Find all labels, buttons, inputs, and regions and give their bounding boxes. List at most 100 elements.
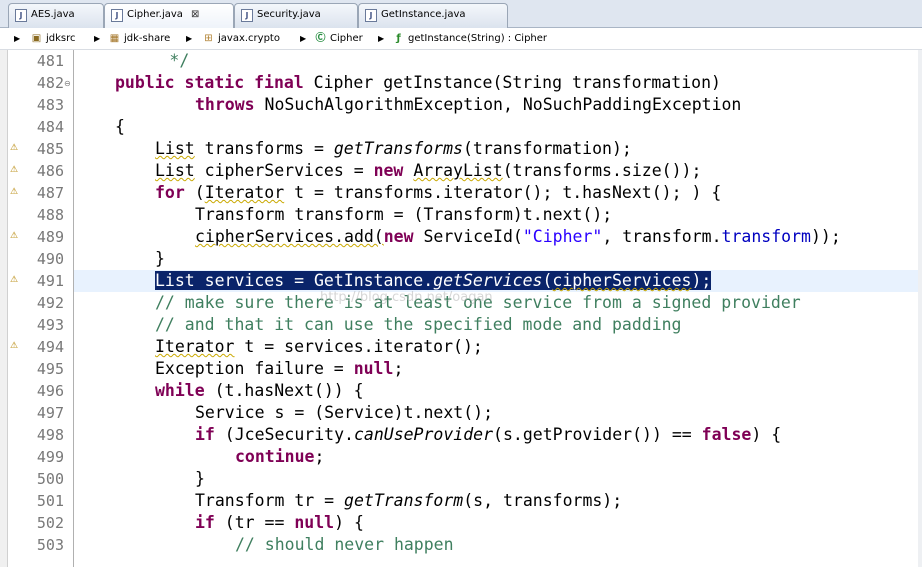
comment: // and that it can use the specified mod…: [155, 315, 682, 334]
code-token: Service s = (Service)t.next();: [195, 403, 494, 422]
code-token: (: [542, 271, 553, 290]
code-token: transforms =: [194, 139, 334, 158]
line-number: 486: [36, 162, 64, 180]
breadcrumb-label: jdksrc: [46, 33, 76, 44]
java-file-icon: J: [111, 8, 123, 22]
code-text: // and that it can use the specified mod…: [155, 314, 682, 336]
code-token: (tr ==: [214, 513, 295, 532]
tab-aes[interactable]: J AES.java: [8, 3, 104, 28]
code-editor[interactable]: 481 */ 482 ⊖ public static final Cipher …: [0, 50, 922, 567]
breadcrumb-label: Cipher: [330, 33, 363, 44]
class-icon: Ⓒ: [315, 32, 326, 44]
breadcrumb-item-jdk-share[interactable]: ▦ jdk-share: [108, 28, 170, 49]
tab-label: Security.java: [257, 9, 321, 20]
code-line-498: 498 if (JceSecurity.canUseProvider(s.get…: [0, 424, 922, 446]
chevron-right-icon: ▶: [14, 34, 21, 43]
java-file-icon: J: [365, 8, 377, 22]
code-text: if (JceSecurity.canUseProvider(s.getProv…: [195, 424, 781, 446]
code-token: Transform transform = (Transform)t.next(…: [195, 205, 613, 224]
code-text: Exception failure = null;: [155, 358, 403, 380]
code-line-482: 482 ⊖ public static final Cipher getInst…: [0, 72, 922, 94]
comment: // should never happen: [235, 535, 454, 554]
code-token: , transform.: [602, 227, 722, 246]
code-token: Cipher getInstance(String transformation…: [303, 73, 721, 92]
warning-marker-icon[interactable]: ⚠: [10, 340, 20, 352]
code-line-484: 484 {: [0, 116, 922, 138]
static-call: getTransforms: [333, 139, 463, 158]
code-text: Transform transform = (Transform)t.next(…: [195, 204, 612, 226]
package-folder-icon: ▦: [109, 32, 120, 44]
vertical-scrollbar[interactable]: [918, 50, 922, 567]
selected-code-text: List services = GetInstance.getServices(…: [155, 270, 712, 292]
code-token: (JceSecurity.: [214, 425, 354, 444]
breadcrumb-label: getInstance(String) : Cipher: [408, 33, 548, 44]
tab-getinstance[interactable]: J GetInstance.java: [358, 3, 508, 28]
code-line-483: 483 throws NoSuchAlgorithmException, NoS…: [0, 94, 922, 116]
keyword: null: [353, 359, 394, 378]
warning-marker-icon[interactable]: ⚠: [10, 186, 20, 198]
code-text: if (tr == null) {: [195, 512, 364, 534]
line-number: 489: [36, 228, 64, 246]
chevron-right-icon: ▶: [378, 34, 385, 43]
code-token: );: [691, 271, 712, 290]
code-line-500: 500 }: [0, 468, 922, 490]
keyword: while: [155, 381, 205, 400]
code-token: List: [155, 271, 195, 290]
code-token: t = services.iterator();: [234, 337, 483, 356]
keyword: if: [195, 425, 215, 444]
fold-collapse-icon[interactable]: ⊖: [64, 79, 71, 88]
line-number: 502: [36, 514, 64, 532]
breadcrumb: ▶ ▣ jdksrc ▶ ▦ jdk-share ▶ ⊞ javax.crypto ▶…: [0, 28, 922, 50]
keyword: public static final: [115, 73, 304, 92]
line-number: 490: [36, 250, 64, 268]
static-method-icon: ƒ: [396, 32, 401, 44]
code-text: Iterator t = services.iterator();: [155, 336, 483, 358]
warning-marker-icon[interactable]: ⚠: [10, 142, 20, 154]
breadcrumb-item-method[interactable]: ƒ getInstance(String) : Cipher: [392, 28, 547, 49]
static-call: getServices: [433, 271, 543, 290]
code-token: {: [115, 117, 125, 136]
line-number: 491: [36, 272, 64, 290]
line-number: 483: [36, 96, 64, 114]
code-line-496: 496 while (t.hasNext()) {: [0, 380, 922, 402]
close-tab-icon[interactable]: ⊠: [191, 4, 199, 26]
line-number: 499: [36, 448, 64, 466]
breadcrumb-item-cipher[interactable]: Ⓒ Cipher: [314, 28, 363, 49]
code-text: }: [155, 248, 165, 270]
line-number: 494: [36, 338, 64, 356]
breadcrumb-label: javax.crypto: [218, 33, 280, 44]
keyword: new: [383, 227, 414, 246]
breadcrumb-item-jdksrc[interactable]: ▣ jdksrc: [30, 28, 76, 49]
line-number: 498: [36, 426, 64, 444]
tab-security[interactable]: J Security.java: [234, 3, 358, 28]
warning-marker-icon[interactable]: ⚠: [10, 164, 20, 176]
warning-marker-icon[interactable]: ⚠: [10, 274, 20, 286]
keyword: if: [195, 513, 215, 532]
line-number: 484: [36, 118, 64, 136]
code-token: cipherServices: [552, 271, 692, 290]
code-token: ;: [393, 359, 404, 378]
warning-marker-icon[interactable]: ⚠: [10, 230, 20, 242]
code-line-495: 495 Exception failure = null;: [0, 358, 922, 380]
tab-label: AES.java: [31, 9, 75, 20]
javadoc-end: */: [80, 51, 190, 70]
code-token: Exception failure =: [155, 359, 354, 378]
tab-cipher[interactable]: J Cipher.java ⊠: [104, 3, 234, 29]
code-text: throws NoSuchAlgorithmException, NoSuchP…: [195, 94, 741, 116]
code-line-488: 488 Transform transform = (Transform)t.n…: [0, 204, 922, 226]
line-number: 496: [36, 382, 64, 400]
code-text: continue;: [235, 446, 324, 468]
code-text: List transforms = getTransforms(transfor…: [155, 138, 632, 160]
code-text: List cipherServices = new ArrayList(tran…: [155, 160, 701, 182]
line-number: 482: [36, 74, 64, 92]
line-number: 481: [36, 52, 64, 70]
keyword: null: [294, 513, 335, 532]
line-number: 487: [36, 184, 64, 202]
code-text: // should never happen: [235, 534, 454, 556]
breadcrumb-item-javax-crypto[interactable]: ⊞ javax.crypto: [202, 28, 280, 49]
code-token: ) {: [751, 425, 782, 444]
code-token: cipherServices =: [194, 161, 374, 180]
java-file-icon: J: [241, 8, 253, 22]
code-line-499: 499 continue;: [0, 446, 922, 468]
